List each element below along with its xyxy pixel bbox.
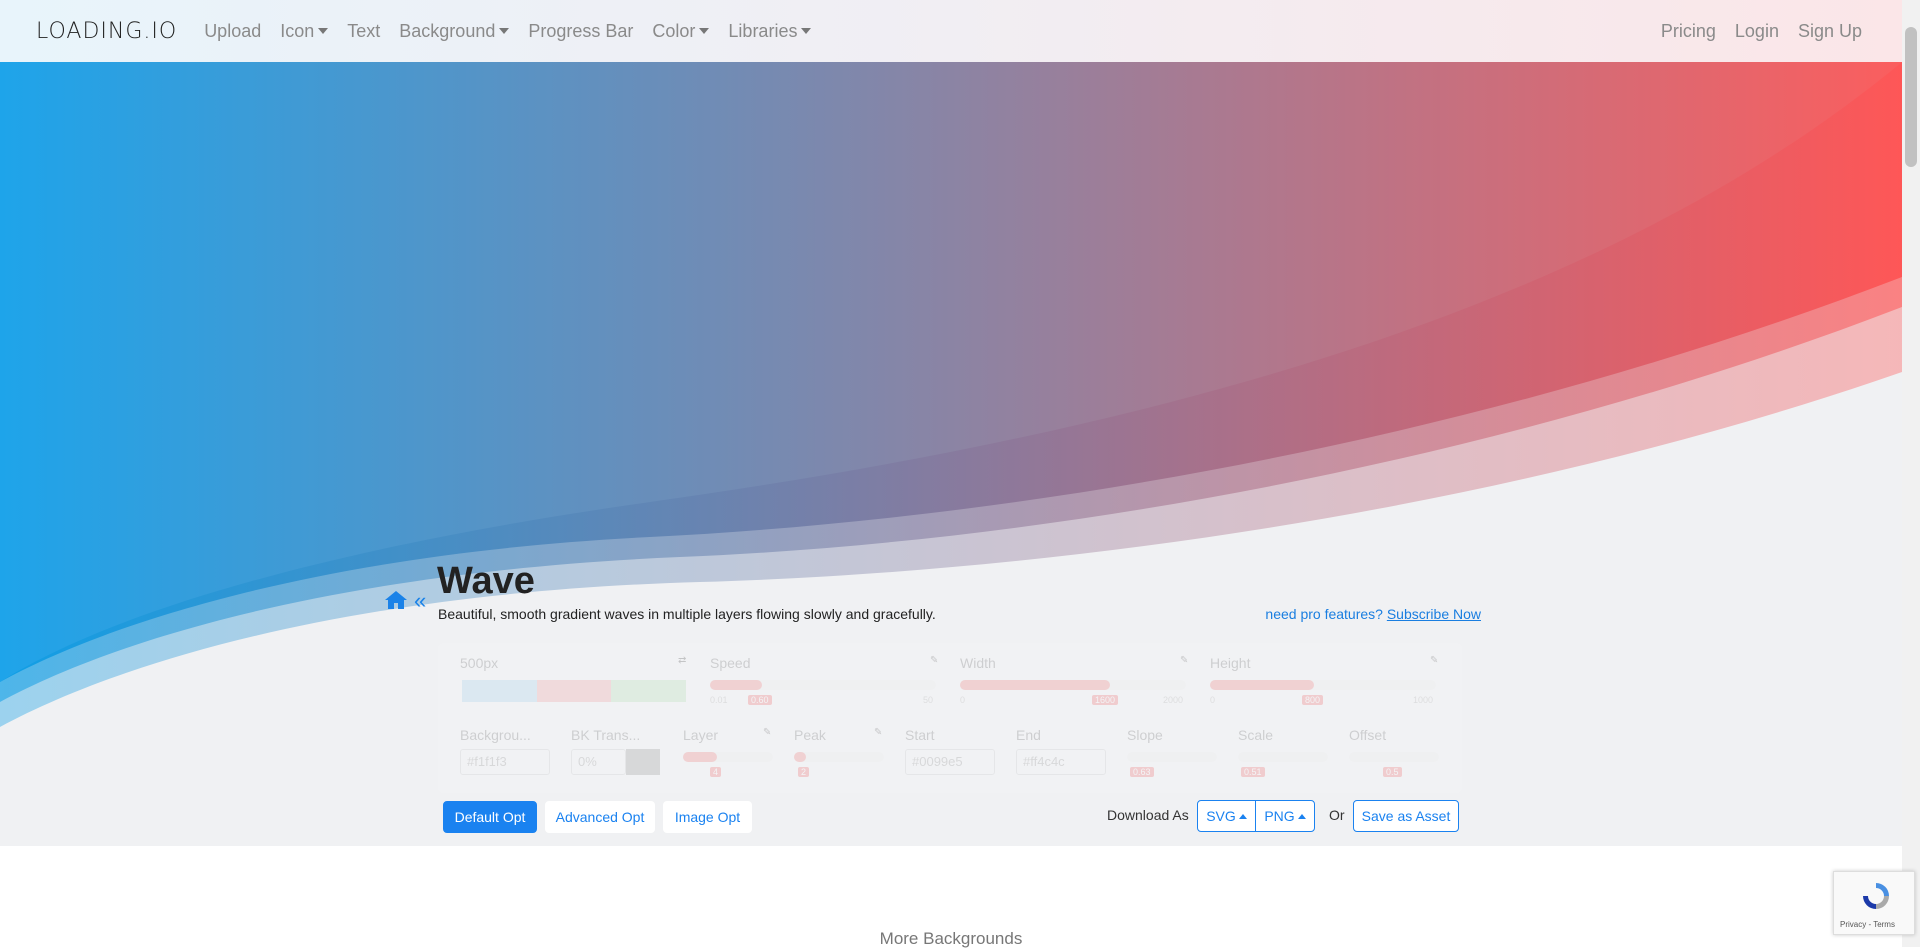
nav-text[interactable]: Text xyxy=(347,21,380,42)
speed-min: 0.01 xyxy=(710,695,728,705)
subscribe-now-link[interactable]: Subscribe Now xyxy=(1387,606,1481,622)
nav-pricing[interactable]: Pricing xyxy=(1661,21,1716,42)
svg-label: SVG xyxy=(1206,808,1236,824)
size-label: 500px xyxy=(460,655,499,671)
scale-label: Scale xyxy=(1238,727,1274,743)
recaptcha-footer[interactable]: Privacy - Terms xyxy=(1840,920,1895,929)
height-max: 1000 xyxy=(1413,695,1434,705)
width-slider-fill xyxy=(960,680,1110,690)
peak-slider-fill xyxy=(794,752,806,762)
nav-progress-bar[interactable]: Progress Bar xyxy=(528,21,633,42)
slope-slider[interactable] xyxy=(1127,752,1217,762)
width-min: 0 xyxy=(960,695,966,705)
height-label: Height xyxy=(1210,655,1251,671)
peak-label: Peak xyxy=(794,727,826,743)
or-label: Or xyxy=(1329,807,1345,823)
background-label: Backgrou... xyxy=(460,727,531,743)
offset-label: Offset xyxy=(1349,727,1387,743)
download-png-button[interactable]: PNG xyxy=(1255,800,1315,832)
scale-value: 0.51 xyxy=(1241,767,1265,777)
recaptcha-badge[interactable]: Privacy - Terms xyxy=(1833,871,1915,935)
page-subtitle: Beautiful, smooth gradient waves in mult… xyxy=(438,606,936,622)
nav-login[interactable]: Login xyxy=(1735,21,1779,42)
nav-background-dropdown[interactable]: Background xyxy=(399,21,510,42)
download-svg-button[interactable]: SVG xyxy=(1197,800,1256,832)
bk-trans-swatch[interactable] xyxy=(626,749,660,775)
home-icon[interactable] xyxy=(384,590,408,610)
speed-max: 50 xyxy=(923,695,934,705)
layer-slider-fill xyxy=(683,752,717,762)
start-label: Start xyxy=(905,727,935,743)
png-label: PNG xyxy=(1264,808,1295,824)
recaptcha-icon xyxy=(1863,883,1889,909)
back-chevron-icon[interactable]: « xyxy=(414,588,426,614)
end-color-input[interactable]: #ff4c4c xyxy=(1016,749,1106,775)
nav-libraries-dropdown[interactable]: Libraries xyxy=(728,21,812,42)
layer-value: 4 xyxy=(710,767,722,777)
speed-value: 0.60 xyxy=(748,695,772,705)
nav-right: Pricing Login Sign Up xyxy=(1642,21,1862,42)
layer-label: Layer xyxy=(683,727,719,743)
page-scrollbar[interactable] xyxy=(1902,0,1920,947)
width-label: Width xyxy=(960,655,996,671)
page-title: Wave xyxy=(437,560,535,602)
height-edit-icon[interactable]: ✎ xyxy=(1430,655,1438,666)
swap-icon[interactable]: ⇄ xyxy=(678,655,686,666)
peak-slider[interactable] xyxy=(794,752,884,762)
height-slider-fill xyxy=(1210,680,1314,690)
nav-left: Upload Icon Text Background Progress Bar… xyxy=(204,21,830,42)
top-navbar: LOADING.IO Upload Icon Text Background P… xyxy=(0,0,1902,62)
pro-features-note: need pro features? Subscribe Now xyxy=(1265,606,1481,622)
nav-upload[interactable]: Upload xyxy=(204,21,261,42)
height-value: 800 xyxy=(1302,695,1324,705)
caret-down-icon xyxy=(801,27,812,34)
peak-value: 2 xyxy=(798,767,810,777)
download-as-label: Download As xyxy=(1107,807,1189,823)
bk-trans-label: BK Trans... xyxy=(571,727,641,743)
caret-down-icon xyxy=(318,27,329,34)
caret-down-icon xyxy=(499,27,510,34)
caret-up-icon xyxy=(1297,813,1306,819)
slope-label: Slope xyxy=(1127,727,1163,743)
width-edit-icon[interactable]: ✎ xyxy=(1180,655,1188,666)
options-panel: 500px ⇄ Speed ✎ 0.60 0.01 50 Width ✎ 160… xyxy=(438,643,1462,793)
image-opt-button[interactable]: Image Opt xyxy=(663,801,752,833)
default-opt-button[interactable]: Default Opt xyxy=(443,801,537,833)
height-min: 0 xyxy=(1210,695,1216,705)
scrollbar-thumb[interactable] xyxy=(1905,27,1917,167)
brand-logo[interactable]: LOADING.IO xyxy=(36,19,177,44)
layer-edit-icon[interactable]: ✎ xyxy=(763,727,771,738)
speed-edit-icon[interactable]: ✎ xyxy=(930,655,938,666)
background-color-input[interactable]: #f1f1f3 xyxy=(460,749,550,775)
start-color-input[interactable]: #0099e5 xyxy=(905,749,995,775)
save-as-asset-button[interactable]: Save as Asset xyxy=(1353,800,1459,832)
offset-value: 0.5 xyxy=(1383,767,1402,777)
end-label: End xyxy=(1016,727,1041,743)
nav-signup[interactable]: Sign Up xyxy=(1798,21,1862,42)
nav-icon-dropdown[interactable]: Icon xyxy=(280,21,329,42)
advanced-opt-button[interactable]: Advanced Opt xyxy=(545,801,655,833)
scale-slider[interactable] xyxy=(1238,752,1328,762)
pro-features-text: need pro features? xyxy=(1265,606,1383,622)
peak-edit-icon[interactable]: ✎ xyxy=(874,727,882,738)
slope-value: 0.63 xyxy=(1130,767,1154,777)
width-max: 2000 xyxy=(1163,695,1184,705)
width-value: 1600 xyxy=(1092,695,1119,705)
caret-up-icon xyxy=(1238,813,1247,819)
caret-down-icon xyxy=(699,27,710,34)
more-backgrounds-heading: More Backgrounds xyxy=(879,929,1023,948)
palette-preview[interactable] xyxy=(462,680,687,702)
offset-slider[interactable] xyxy=(1349,752,1439,762)
speed-label: Speed xyxy=(710,655,751,671)
nav-color-dropdown[interactable]: Color xyxy=(652,21,710,42)
speed-slider-fill xyxy=(710,680,762,690)
bk-trans-select[interactable]: 0% xyxy=(571,749,626,775)
